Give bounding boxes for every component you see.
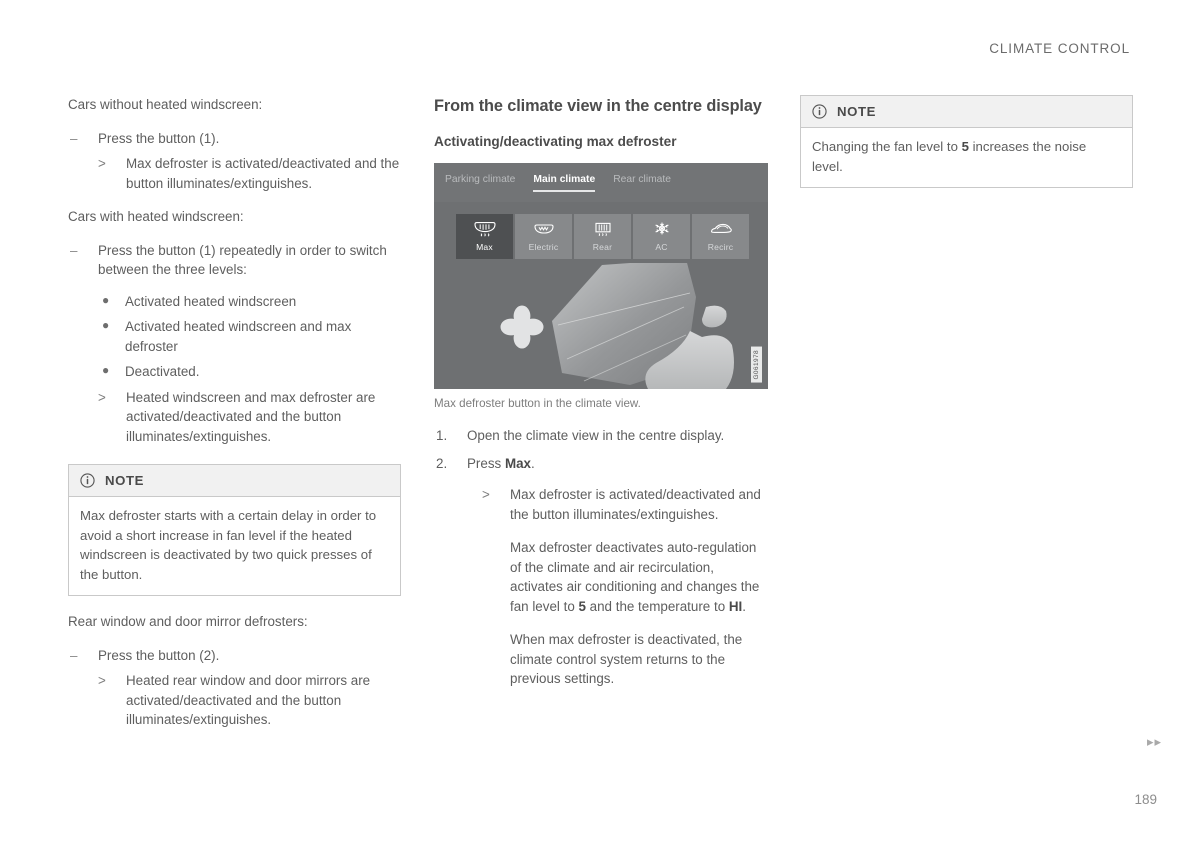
numbered-step-1: 1. Open the climate view in the centre d…: [434, 426, 768, 446]
note-box-right: NOTE Changing the fan level to 5 increas…: [800, 95, 1133, 188]
recirculation-label: Recirc: [707, 242, 734, 252]
step-text-prefix: Press: [467, 455, 505, 471]
list-item: ● Activated heated windscreen and max de…: [98, 317, 401, 356]
info-icon: [80, 473, 95, 488]
tab-main-climate[interactable]: Main climate: [533, 174, 596, 192]
sub-section-title: Activating/deactivating max defroster: [434, 134, 677, 149]
bullet-marker: ●: [102, 318, 110, 332]
rear-defroster-label: Rear: [592, 242, 613, 252]
numbered-step-2: 2. Press Max.: [434, 454, 768, 474]
electric-defroster-button[interactable]: Electric: [515, 214, 572, 259]
list-item-label: Deactivated.: [125, 364, 200, 379]
note-body-bold: 5: [961, 139, 969, 154]
info-icon: [812, 104, 827, 119]
levels-list: ● Activated heated windscreen ● Activate…: [98, 292, 401, 447]
result-marker: >: [98, 673, 106, 688]
step-press-button-2: – Press the button (2).: [68, 646, 401, 666]
note-header: NOTE: [801, 96, 1132, 128]
detail-part-3: .: [742, 598, 747, 614]
step-text: Press the button (1) repeatedly in order…: [98, 242, 387, 278]
result-text: Max defroster is activated/deactivated a…: [510, 487, 761, 522]
result-max-defroster: > Max defroster is activated/deactivated…: [482, 485, 768, 524]
list-item: ● Deactivated.: [98, 362, 401, 382]
page-title: From the climate view in the centre disp…: [434, 97, 762, 115]
note-body: Changing the fan level to 5 increases th…: [801, 128, 1132, 187]
note-box-left: NOTE Max defroster starts with a certain…: [68, 464, 401, 596]
result-rear-defrosters: > Heated rear window and door mirrors ar…: [98, 671, 401, 730]
detail-part-2: and the temperature to: [585, 598, 729, 614]
result-marker: >: [98, 156, 106, 171]
cabin-airflow-illustration: G061978: [434, 259, 768, 389]
max-defroster-icon: [472, 221, 498, 239]
ac-button[interactable]: AC: [633, 214, 690, 259]
right-column: NOTE Changing the fan level to 5 increas…: [800, 95, 1133, 204]
rear-defroster-button[interactable]: Rear: [574, 214, 631, 259]
left-column: Cars without heated windscreen: – Press …: [68, 95, 401, 734]
list-item: ● Activated heated windscreen: [98, 292, 401, 312]
page-number: 189: [1134, 792, 1157, 807]
max-defroster-label: Max: [476, 242, 493, 252]
tab-parking-climate[interactable]: Parking climate: [445, 174, 515, 190]
dash-marker: –: [70, 647, 78, 663]
electric-defroster-icon: [531, 221, 557, 239]
result-with-heated-windscreen: > Heated windscreen and max defroster ar…: [98, 388, 401, 447]
climate-view-figure: Parking climate Main climate Rear climat…: [434, 163, 768, 412]
step-press-button-1-repeatedly: – Press the button (1) repeatedly in ord…: [68, 241, 401, 280]
running-header: CLIMATE CONTROL: [989, 41, 1130, 56]
middle-column: From the climate view in the centre disp…: [434, 95, 768, 703]
step-text: Press the button (1).: [98, 130, 220, 146]
intro-without-heated-windscreen: Cars without heated windscreen:: [68, 97, 263, 112]
forward-arrows-icon[interactable]: ▸▸: [1147, 734, 1162, 750]
result-text: Heated windscreen and max defroster are …: [126, 389, 376, 444]
ac-label: AC: [655, 242, 668, 252]
result-marker: >: [98, 389, 106, 405]
electric-defroster-label: Electric: [528, 242, 559, 252]
detail-bold-fan-level: 5: [578, 598, 586, 614]
result-without-heated-windscreen: > Max defroster is activated/deactivated…: [98, 154, 401, 193]
display-button-row: Max Electric Rear AC Recirc: [456, 214, 749, 259]
list-item-label: Activated heated windscreen and max defr…: [125, 319, 352, 354]
intro-rear-defrosters: Rear window and door mirror defrosters:: [68, 614, 308, 629]
note-body-prefix: Changing the fan level to: [812, 139, 962, 154]
image-id-label: G061978: [751, 347, 762, 383]
air-conditioning-icon: [649, 221, 675, 239]
result-marker: >: [482, 487, 490, 502]
result-text: Heated rear window and door mirrors are …: [126, 673, 371, 727]
step-number: 1.: [436, 428, 448, 443]
max-defroster-button[interactable]: Max: [456, 214, 513, 259]
note-header: NOTE: [69, 465, 400, 497]
recirculation-button[interactable]: Recirc: [692, 214, 749, 259]
centre-display-illustration: Parking climate Main climate Rear climat…: [434, 163, 768, 389]
step-text: Open the climate view in the centre disp…: [467, 428, 725, 443]
dash-marker: –: [70, 130, 78, 146]
step-text-bold: Max: [504, 455, 532, 471]
step-text-suffix: .: [531, 455, 535, 471]
bullet-marker: ●: [102, 292, 110, 307]
recirculation-icon: [708, 221, 734, 239]
note-body: Max defroster starts with a certain dela…: [80, 508, 377, 582]
display-tabs: Parking climate Main climate Rear climat…: [445, 174, 671, 192]
note-title: NOTE: [837, 104, 877, 119]
step-number: 2.: [436, 455, 448, 471]
result-text: Max defroster is activated/deactivated a…: [126, 156, 400, 191]
intro-with-heated-windscreen: Cars with heated windscreen:: [68, 209, 244, 224]
list-item-label: Activated heated windscreen: [125, 293, 297, 309]
step-text: Press the button (2).: [98, 647, 220, 663]
bullet-marker: ●: [102, 363, 110, 377]
figure-caption: Max defroster button in the climate view…: [434, 397, 641, 410]
detail-paragraph-1: Max defroster deactivates auto-regulatio…: [482, 538, 768, 616]
note-title: NOTE: [105, 473, 145, 488]
step-press-button-1: – Press the button (1).: [68, 129, 401, 149]
rear-defroster-icon: [590, 221, 616, 239]
detail-bold-temperature: HI: [728, 598, 743, 614]
tab-rear-climate[interactable]: Rear climate: [613, 174, 671, 190]
detail-paragraph-2: When max defroster is deactivated, the c…: [510, 632, 743, 686]
dash-marker: –: [70, 242, 78, 258]
